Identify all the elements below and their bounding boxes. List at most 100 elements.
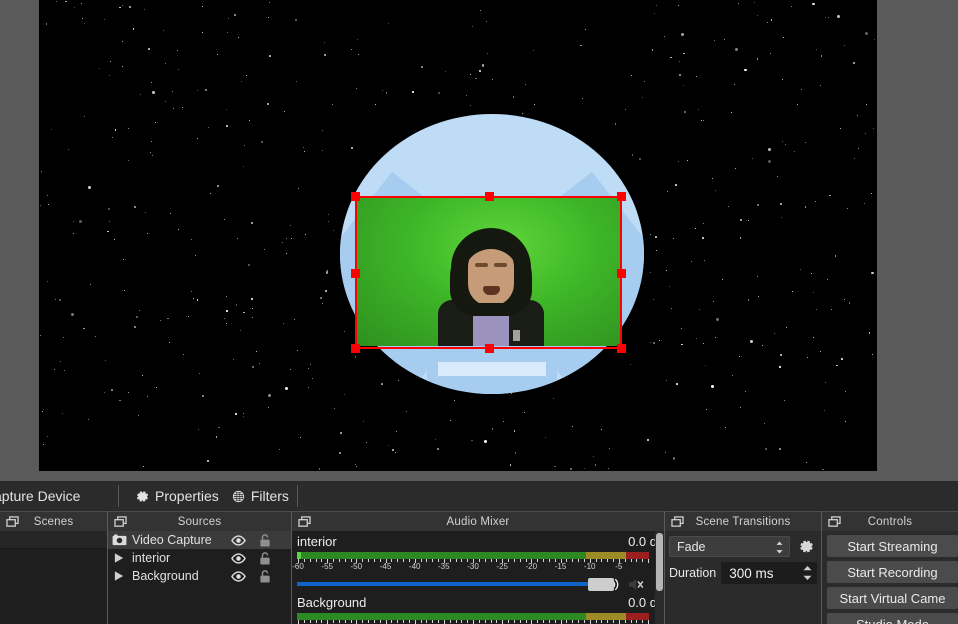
star bbox=[320, 297, 322, 299]
resize-handle-top-left[interactable] bbox=[351, 192, 360, 201]
star bbox=[196, 138, 198, 140]
star bbox=[256, 351, 258, 352]
star bbox=[196, 89, 198, 91]
star bbox=[245, 75, 247, 77]
star bbox=[225, 323, 227, 325]
star bbox=[641, 96, 643, 98]
unlocked-icon[interactable] bbox=[259, 533, 271, 547]
undock-icon[interactable] bbox=[114, 516, 127, 528]
resize-handle-bottom-right[interactable] bbox=[617, 344, 626, 353]
group-expand-icon[interactable] bbox=[112, 570, 127, 582]
resize-handle-top-right[interactable] bbox=[617, 192, 626, 201]
resize-handle-bottom-left[interactable] bbox=[351, 344, 360, 353]
unlocked-icon[interactable] bbox=[259, 551, 271, 565]
preview-canvas[interactable] bbox=[39, 0, 877, 471]
properties-button[interactable]: Properties bbox=[129, 485, 225, 507]
resize-handle-top-center[interactable] bbox=[484, 192, 494, 201]
star bbox=[668, 286, 670, 288]
undock-icon[interactable] bbox=[6, 516, 19, 528]
star bbox=[226, 31, 228, 33]
eye-icon[interactable] bbox=[231, 570, 246, 582]
star bbox=[822, 468, 824, 471]
star bbox=[318, 468, 321, 470]
source-selection-box[interactable] bbox=[351, 192, 626, 353]
mute-icon[interactable] bbox=[628, 577, 644, 592]
star bbox=[749, 339, 753, 343]
scenes-dock-header: Scenes bbox=[0, 511, 107, 531]
sources-list[interactable]: Video Capture interior Background bbox=[108, 531, 291, 624]
star bbox=[323, 53, 326, 56]
star bbox=[471, 25, 473, 27]
star bbox=[182, 106, 184, 108]
star bbox=[672, 457, 675, 460]
undock-icon[interactable] bbox=[298, 516, 311, 528]
mixer-scrollbar-thumb[interactable] bbox=[656, 533, 663, 591]
mixer-scrollbar[interactable] bbox=[655, 531, 664, 624]
star bbox=[55, 1, 57, 3]
volume-slider[interactable] bbox=[297, 576, 614, 592]
start-virtual-camera-button[interactable]: Start Virtual Came bbox=[827, 587, 958, 609]
source-list-item[interactable]: Background bbox=[108, 567, 291, 585]
resize-handle-bottom-center[interactable] bbox=[484, 344, 494, 353]
star bbox=[47, 436, 49, 438]
undock-icon[interactable] bbox=[671, 516, 684, 528]
star bbox=[165, 101, 166, 103]
star bbox=[479, 69, 482, 72]
star bbox=[769, 53, 771, 54]
star bbox=[196, 299, 199, 301]
source-list-item[interactable]: interior bbox=[108, 549, 291, 567]
star bbox=[243, 166, 245, 167]
resize-handle-middle-right[interactable] bbox=[617, 268, 626, 278]
scenes-list[interactable] bbox=[0, 531, 107, 624]
controls-panel: Start Streaming Start Recording Start Vi… bbox=[822, 531, 958, 624]
scene-transitions-dock-header: Scene Transitions bbox=[665, 511, 821, 531]
resize-handle-middle-left[interactable] bbox=[351, 268, 360, 278]
star bbox=[484, 440, 487, 443]
eye-icon[interactable] bbox=[231, 552, 246, 564]
star bbox=[327, 221, 329, 222]
star bbox=[865, 31, 869, 35]
meter-tick bbox=[426, 559, 428, 562]
meter-tick bbox=[414, 620, 416, 624]
star bbox=[325, 271, 329, 274]
transition-select[interactable]: Fade bbox=[669, 536, 790, 557]
star bbox=[354, 464, 356, 466]
star bbox=[829, 194, 831, 196]
eye-icon[interactable] bbox=[231, 534, 246, 546]
studio-mode-button[interactable]: Studio Mode bbox=[827, 613, 958, 624]
star bbox=[108, 220, 110, 222]
scene-list-item[interactable] bbox=[0, 531, 107, 549]
filters-button[interactable]: Filters bbox=[225, 485, 295, 507]
star bbox=[176, 49, 179, 52]
unlocked-icon[interactable] bbox=[259, 569, 271, 583]
star bbox=[307, 386, 309, 388]
source-list-item[interactable]: Video Capture bbox=[108, 531, 291, 549]
star bbox=[121, 4, 123, 7]
star bbox=[631, 154, 634, 156]
start-streaming-button[interactable]: Start Streaming bbox=[827, 535, 958, 557]
star bbox=[834, 255, 837, 257]
star bbox=[871, 354, 873, 356]
undock-icon[interactable] bbox=[828, 516, 841, 528]
meter-tick bbox=[315, 559, 317, 562]
volume-slider-knob[interactable] bbox=[588, 578, 614, 591]
group-expand-icon[interactable] bbox=[112, 552, 127, 564]
properties-label: Properties bbox=[155, 488, 219, 504]
star bbox=[164, 62, 166, 64]
start-recording-button[interactable]: Start Recording bbox=[827, 561, 958, 583]
star bbox=[119, 399, 121, 402]
star bbox=[387, 444, 389, 446]
duration-input[interactable]: 300 ms bbox=[721, 562, 817, 584]
star bbox=[141, 374, 143, 376]
planet-highlight-bar bbox=[438, 362, 546, 376]
chevron-updown-icon[interactable] bbox=[774, 540, 785, 555]
star bbox=[737, 2, 739, 4]
transition-properties-button[interactable] bbox=[795, 536, 817, 557]
star bbox=[509, 464, 512, 466]
stepper-icon[interactable] bbox=[801, 564, 814, 582]
audio-channel-db: 0.0 d bbox=[628, 534, 657, 549]
meter-tick bbox=[344, 620, 346, 623]
star bbox=[534, 103, 536, 105]
meter-tick bbox=[543, 620, 544, 623]
star bbox=[42, 408, 44, 410]
